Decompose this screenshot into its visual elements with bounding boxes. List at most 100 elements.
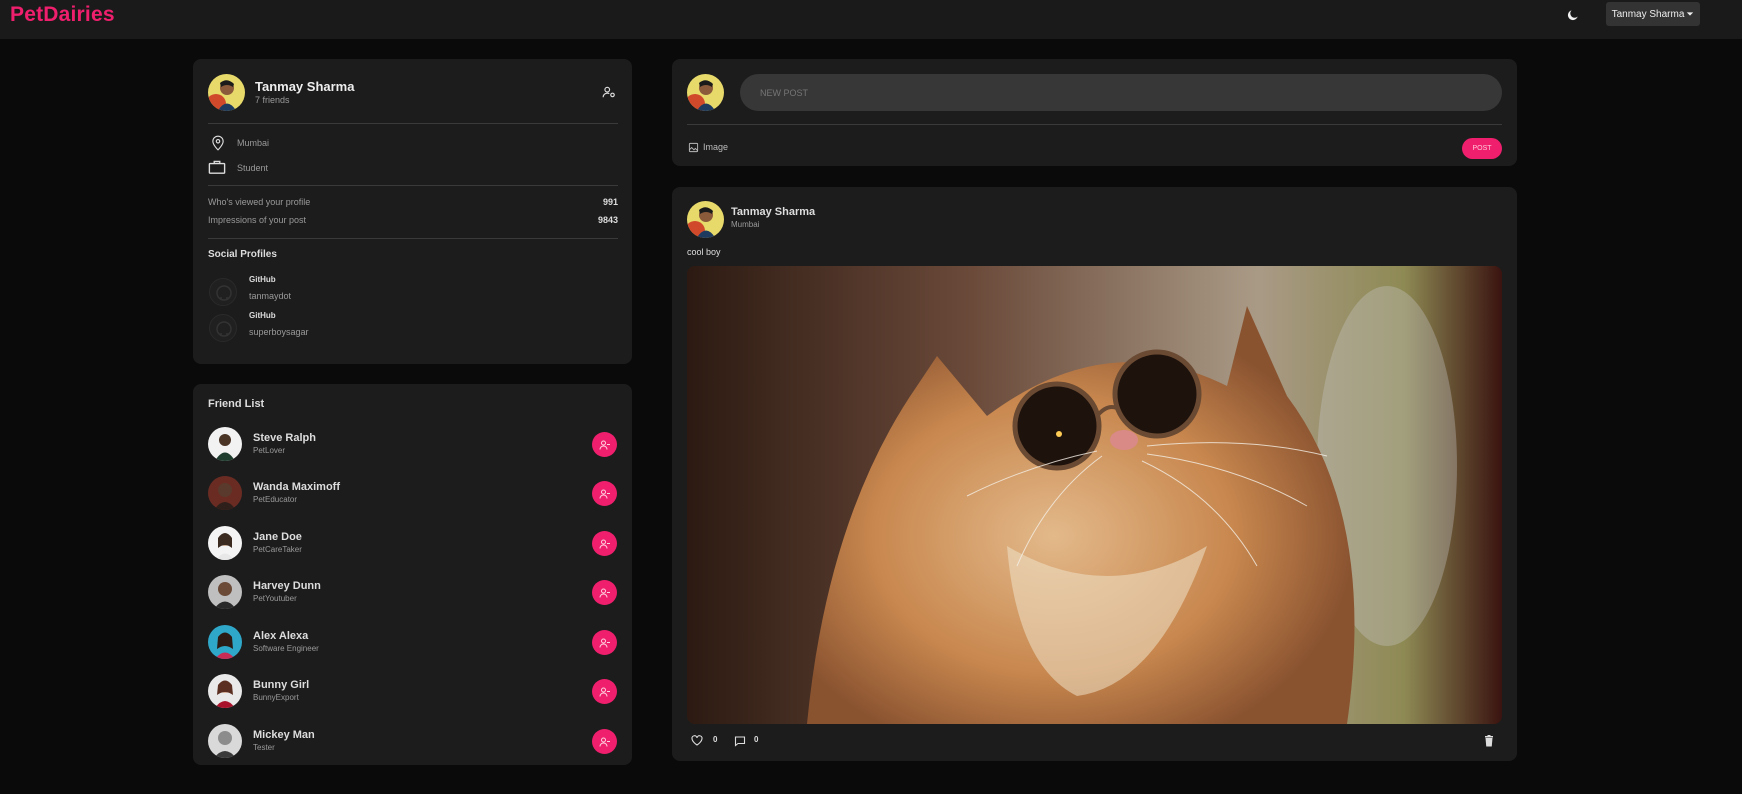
friend-avatar xyxy=(208,427,242,461)
friend-avatar xyxy=(208,476,242,510)
post-author-location: Mumbai xyxy=(731,220,760,229)
friend-name: Mickey Man xyxy=(253,729,315,741)
like-count: 0 xyxy=(713,735,718,744)
location-pin-icon xyxy=(212,135,224,151)
person-remove-icon xyxy=(599,489,610,499)
friend-avatar xyxy=(208,575,242,609)
composer-avatar xyxy=(687,74,724,111)
friend-name: Wanda Maximoff xyxy=(253,481,340,493)
person-remove-icon xyxy=(599,440,610,450)
profile-divider-1 xyxy=(208,123,618,124)
social-handle: superboysagar xyxy=(249,327,309,337)
post-author-name[interactable]: Tanmay Sharma xyxy=(731,206,815,218)
profile-avatar[interactable] xyxy=(208,74,245,111)
app-logo[interactable]: PetDairies xyxy=(10,3,115,27)
social-platform: GitHub xyxy=(249,275,276,284)
manage-account-icon xyxy=(602,86,615,98)
top-navbar: PetDairies Tanmay Sharma xyxy=(0,0,1742,39)
friend-role: Tester xyxy=(253,743,275,752)
social-profile-item[interactable]: GitHub tanmaydot xyxy=(208,275,508,309)
comment-button[interactable]: 0 xyxy=(734,734,764,748)
location-row: Mumbai xyxy=(208,134,508,152)
add-image-button[interactable]: Image xyxy=(687,141,747,155)
post-caption: cool boy xyxy=(687,247,721,257)
stat-label-impressions: Impressions of your post xyxy=(208,215,307,225)
friend-item[interactable]: Wanda Maximoff PetEducator xyxy=(208,476,618,512)
friend-name: Jane Doe xyxy=(253,531,302,543)
post-author-avatar[interactable] xyxy=(687,201,724,238)
theme-toggle-button[interactable] xyxy=(1562,4,1584,26)
person-remove-icon xyxy=(599,539,610,549)
user-menu-label: Tanmay Sharma xyxy=(1611,8,1685,20)
friend-item[interactable]: Jane Doe PetCareTaker xyxy=(208,526,618,562)
person-remove-icon xyxy=(599,687,610,697)
friend-name: Alex Alexa xyxy=(253,630,309,642)
remove-friend-button[interactable] xyxy=(592,432,617,457)
image-icon xyxy=(688,142,699,153)
manage-account-button[interactable] xyxy=(602,85,616,99)
person-remove-icon xyxy=(599,737,610,747)
new-post-input[interactable] xyxy=(740,74,1502,111)
post-composer-card: Image POST xyxy=(672,59,1517,166)
like-button[interactable]: 0 xyxy=(691,734,721,748)
comment-count: 0 xyxy=(754,735,759,744)
user-menu-dropdown[interactable]: Tanmay Sharma xyxy=(1606,2,1700,26)
caret-down-icon xyxy=(1687,12,1694,16)
person-remove-icon xyxy=(599,588,610,598)
remove-friend-button[interactable] xyxy=(592,580,617,605)
friend-role: PetEducator xyxy=(253,495,298,504)
stat-label-profile-views: Who's viewed your profile xyxy=(208,197,311,207)
remove-friend-button[interactable] xyxy=(592,481,617,506)
friend-list-card: Friend List Steve Ralph PetLover Wanda M… xyxy=(193,384,632,765)
friend-role: Software Engineer xyxy=(253,644,319,653)
friend-role: PetYoutuber xyxy=(253,594,297,603)
briefcase-icon xyxy=(208,160,226,174)
remove-friend-button[interactable] xyxy=(592,679,617,704)
stat-value-profile-views: 991 xyxy=(602,197,618,207)
friend-role: BunnyExport xyxy=(253,693,299,702)
friend-item[interactable]: Harvey Dunn PetYoutuber xyxy=(208,575,618,611)
post-card: Tanmay Sharma Mumbai cool boy 0 0 xyxy=(672,187,1517,761)
friend-item[interactable]: Mickey Man Tester xyxy=(208,724,618,760)
heart-icon xyxy=(691,735,703,746)
friend-item[interactable]: Bunny Girl BunnyExport xyxy=(208,674,618,710)
moon-icon xyxy=(1567,10,1578,21)
social-profile-item[interactable]: GitHub superboysagar xyxy=(208,311,508,345)
post-image[interactable] xyxy=(687,266,1502,724)
profile-divider-3 xyxy=(208,238,618,239)
profile-name[interactable]: Tanmay Sharma xyxy=(255,79,354,94)
friend-avatar xyxy=(208,724,242,758)
friend-role: PetLover xyxy=(253,446,286,455)
friend-name: Steve Ralph xyxy=(253,432,316,444)
friend-item[interactable]: Steve Ralph PetLover xyxy=(208,427,618,463)
github-icon xyxy=(209,314,237,342)
remove-friend-button[interactable] xyxy=(592,729,617,754)
remove-friend-button[interactable] xyxy=(592,531,617,556)
friend-role: PetCareTaker xyxy=(253,545,302,554)
cat-with-sunglasses-photo xyxy=(687,266,1502,724)
profile-card: Tanmay Sharma 7 friends Mumbai Student W… xyxy=(193,59,632,364)
social-platform: GitHub xyxy=(249,311,276,320)
remove-friend-button[interactable] xyxy=(592,630,617,655)
delete-post-button[interactable] xyxy=(1484,734,1496,747)
friend-list-heading: Friend List xyxy=(208,398,265,410)
profile-friend-count: 7 friends xyxy=(255,95,290,105)
image-label: Image xyxy=(703,142,729,152)
person-remove-icon xyxy=(599,638,610,648)
comment-icon xyxy=(734,736,746,747)
friend-name: Harvey Dunn xyxy=(253,580,321,592)
occupation-row: Student xyxy=(208,158,508,176)
friend-avatar xyxy=(208,674,242,708)
location-text: Mumbai xyxy=(237,138,270,148)
social-handle: tanmaydot xyxy=(249,291,292,301)
github-icon xyxy=(209,278,237,306)
occupation-text: Student xyxy=(237,163,269,173)
friend-name: Bunny Girl xyxy=(253,679,310,691)
stat-value-impressions: 9843 xyxy=(597,215,618,225)
composer-divider xyxy=(687,124,1502,125)
friend-item[interactable]: Alex Alexa Software Engineer xyxy=(208,625,618,661)
profile-divider-2 xyxy=(208,185,618,186)
post-button[interactable]: POST xyxy=(1462,138,1502,159)
friend-avatar xyxy=(208,526,242,560)
social-profiles-heading: Social Profiles xyxy=(208,249,277,260)
